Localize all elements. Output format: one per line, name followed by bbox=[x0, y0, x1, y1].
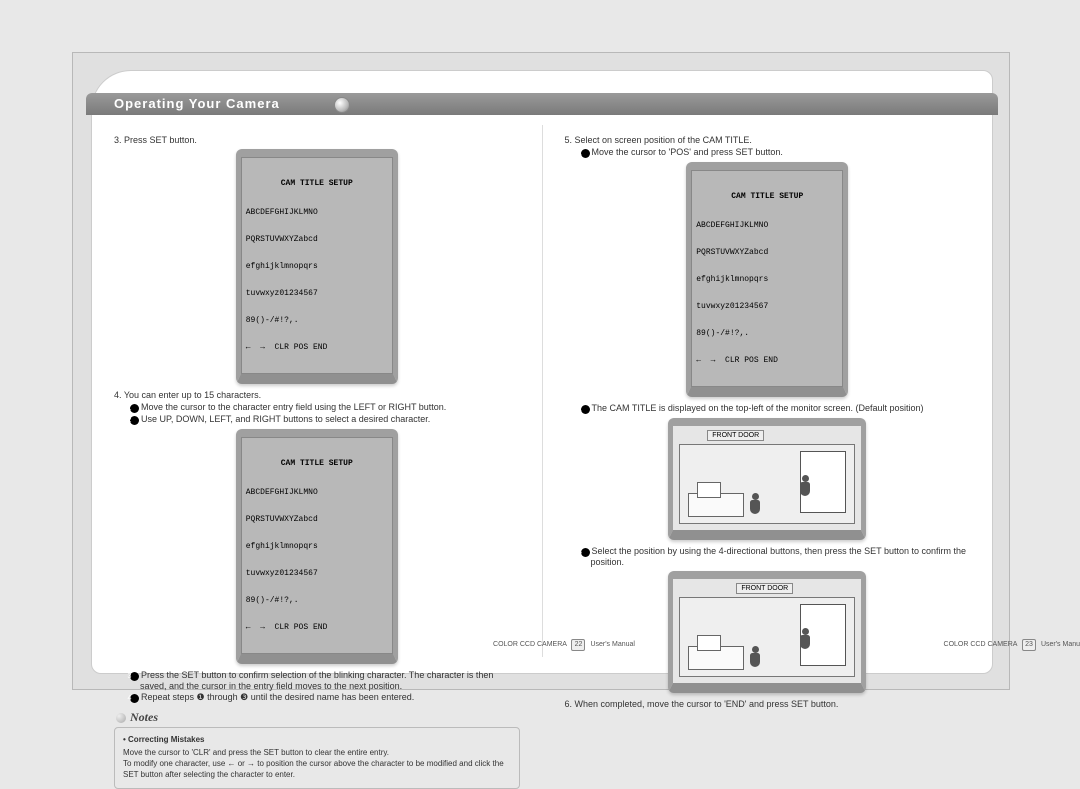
crt-row: ABCDEFGHIJKLMNO bbox=[246, 208, 388, 217]
notes-body: Move the cursor to 'CLR' and press the S… bbox=[123, 747, 511, 780]
crt-row: ← → CLR POS END bbox=[696, 356, 838, 365]
substep-text: Move the cursor to the character entry f… bbox=[141, 402, 446, 412]
substep-text: Repeat steps ❶ through ❸ until the desir… bbox=[141, 692, 414, 702]
room-outline bbox=[679, 444, 855, 524]
notes-heading: Notes bbox=[116, 710, 158, 725]
crt-row: ← → CLR POS END bbox=[246, 343, 388, 352]
outer-frame: Operating Your Camera 3. Press SET butto… bbox=[72, 52, 1010, 690]
crt-row: tuvwxyz01234567 bbox=[246, 289, 388, 298]
bullet-3-icon: 3 bbox=[130, 672, 139, 681]
crt-row: efghijklmnopqrs bbox=[696, 275, 838, 284]
notes-subhead: • Correcting Mistakes bbox=[123, 734, 511, 745]
crt-row: PQRSTUVWXYZabcd bbox=[246, 515, 388, 524]
crt-row: PQRSTUVWXYZabcd bbox=[246, 235, 388, 244]
right-page: 5. Select on screen position of the CAM … bbox=[543, 125, 993, 657]
crt-row: 89()-/#!?,. bbox=[696, 329, 838, 338]
bullet-2-icon: 2 bbox=[130, 416, 139, 425]
illustration-default-position: FRONT DOOR bbox=[668, 418, 866, 540]
substep: 2Use UP, DOWN, LEFT, and RIGHT buttons t… bbox=[130, 414, 520, 425]
crt-screen-2: CAM TITLE SETUP ABCDEFGHIJKLMNO PQRSTUVW… bbox=[236, 429, 398, 664]
bullet-1-icon: 1 bbox=[130, 404, 139, 413]
crt-title: CAM TITLE SETUP bbox=[696, 192, 838, 201]
desk-icon bbox=[688, 493, 744, 517]
substep: 4Repeat steps ❶ through ❸ until the desi… bbox=[130, 692, 520, 703]
crt-content: CAM TITLE SETUP ABCDEFGHIJKLMNO PQRSTUVW… bbox=[241, 437, 393, 654]
step-3: 3. Press SET button. bbox=[114, 135, 520, 145]
person-icon bbox=[748, 493, 762, 517]
room-outline bbox=[679, 597, 855, 677]
overlay-label-moved: FRONT DOOR bbox=[736, 583, 793, 594]
crt-row: 89()-/#!?,. bbox=[246, 316, 388, 325]
crt-row: efghijklmnopqrs bbox=[246, 542, 388, 551]
step-6: 6. When completed, move the cursor to 'E… bbox=[565, 699, 971, 709]
page-number: 23 bbox=[1022, 639, 1036, 651]
crt-title: CAM TITLE SETUP bbox=[246, 459, 388, 468]
crt-row: tuvwxyz01234567 bbox=[246, 569, 388, 578]
step-5: 5. Select on screen position of the CAM … bbox=[565, 135, 971, 145]
crt-row: tuvwxyz01234567 bbox=[696, 302, 838, 311]
footer-product: COLOR CCD CAMERA bbox=[944, 641, 1018, 648]
crt-row: ABCDEFGHIJKLMNO bbox=[696, 221, 838, 230]
crt-screen-3: CAM TITLE SETUP ABCDEFGHIJKLMNO PQRSTUVW… bbox=[686, 162, 848, 397]
substep-text: Move the cursor to 'POS' and press SET b… bbox=[592, 147, 783, 157]
substep-text: Use UP, DOWN, LEFT, and RIGHT buttons to… bbox=[141, 414, 430, 424]
footer-right: COLOR CCD CAMERA 23 User's Manual bbox=[565, 639, 1080, 651]
illustration-moved-position: FRONT DOOR bbox=[668, 571, 866, 693]
crt-row: PQRSTUVWXYZabcd bbox=[696, 248, 838, 257]
bullet-3-icon: 3 bbox=[581, 548, 590, 557]
substep: 1Move the cursor to 'POS' and press SET … bbox=[581, 147, 971, 158]
person-icon bbox=[798, 475, 812, 499]
substep-text: Press the SET button to confirm selectio… bbox=[140, 670, 493, 691]
crt-content: CAM TITLE SETUP ABCDEFGHIJKLMNO PQRSTUVW… bbox=[691, 170, 843, 387]
crt-row: 89()-/#!?,. bbox=[246, 596, 388, 605]
bullet-1-icon: 1 bbox=[581, 149, 590, 158]
manual-spread: Operating Your Camera 3. Press SET butto… bbox=[91, 70, 993, 674]
step-4: 4. You can enter up to 15 characters. bbox=[114, 390, 520, 400]
footer-product: COLOR CCD CAMERA bbox=[493, 641, 567, 648]
left-page: 3. Press SET button. CAM TITLE SETUP ABC… bbox=[92, 125, 542, 657]
substep: 3Press the SET button to confirm selecti… bbox=[130, 670, 520, 691]
bullet-2-icon: 2 bbox=[581, 405, 590, 414]
crt-screen-1: CAM TITLE SETUP ABCDEFGHIJKLMNO PQRSTUVW… bbox=[236, 149, 398, 384]
substep: 1Move the cursor to the character entry … bbox=[130, 402, 520, 413]
footer-label: User's Manual bbox=[1041, 641, 1080, 648]
section-title: Operating Your Camera bbox=[86, 93, 998, 115]
crt-content: CAM TITLE SETUP ABCDEFGHIJKLMNO PQRSTUVW… bbox=[241, 157, 393, 374]
overlay-label-top-left: FRONT DOOR bbox=[707, 430, 764, 441]
crt-row: ← → CLR POS END bbox=[246, 623, 388, 632]
page-container: Operating Your Camera 3. Press SET butto… bbox=[0, 0, 1080, 763]
crt-row: efghijklmnopqrs bbox=[246, 262, 388, 271]
substep-text: Select the position by using the 4-direc… bbox=[591, 546, 967, 567]
scene: FRONT DOOR bbox=[673, 426, 861, 530]
substep-text: The CAM TITLE is displayed on the top-le… bbox=[592, 403, 924, 413]
substep: 3Select the position by using the 4-dire… bbox=[581, 546, 971, 567]
two-column-spread: 3. Press SET button. CAM TITLE SETUP ABC… bbox=[92, 125, 992, 657]
notes-box: • Correcting Mistakes Move the cursor to… bbox=[114, 727, 520, 789]
substep: 2The CAM TITLE is displayed on the top-l… bbox=[581, 403, 971, 414]
scene: FRONT DOOR bbox=[673, 579, 861, 683]
crt-row: ABCDEFGHIJKLMNO bbox=[246, 488, 388, 497]
bullet-4-icon: 4 bbox=[130, 694, 139, 703]
crt-title: CAM TITLE SETUP bbox=[246, 179, 388, 188]
